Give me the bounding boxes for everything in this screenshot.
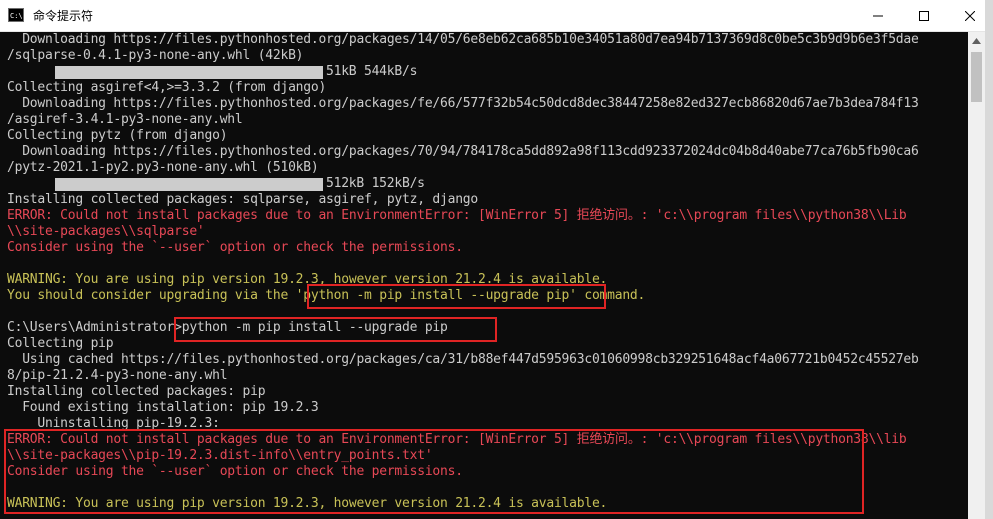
error-line: \\site-packages\\sqlparse' [7,224,205,239]
progress-bar [55,66,323,79]
console-line: Collecting pytz (from django) [7,128,228,143]
console-line: C:\Users\Administrator>python -m pip ins… [7,320,448,335]
scroll-thumb[interactable] [971,52,982,102]
title-bar[interactable]: C:\ 命令提示符 [0,0,993,32]
error-line: Consider using the `--user` option or ch… [7,240,463,255]
console-line: Installing collected packages: pip [7,384,266,399]
minimize-button[interactable] [855,0,901,31]
console-line: /sqlparse-0.4.1-py3-none-any.whl (42kB) [7,48,304,63]
progress-line: 512kB 152kB/s [7,176,919,192]
cmd-window: C:\ 命令提示符 Downloading https://files.pyth… [0,0,993,519]
minimize-icon [873,15,883,16]
progress-label: 51kB 544kB/s [326,64,418,79]
window-title: 命令提示符 [33,9,94,23]
maximize-icon [919,10,929,21]
error-line: ERROR: Could not install packages due to… [7,208,907,223]
console-line: Downloading https://files.pythonhosted.o… [7,32,919,47]
warning-line: You should consider upgrading via the 'p… [7,288,646,303]
console-output[interactable]: Downloading https://files.pythonhosted.o… [0,32,968,519]
console-line: Installing collected packages: sqlparse,… [7,192,478,207]
console-line: Found existing installation: pip 19.2.3 [7,400,319,415]
console-line: Downloading https://files.pythonhosted.o… [7,96,919,111]
console-lines: Downloading https://files.pythonhosted.o… [7,32,919,512]
console-line: /asgiref-3.4.1-py3-none-any.whl [7,112,243,127]
svg-text:C:\: C:\ [10,12,23,20]
close-icon [965,10,975,21]
vertical-scrollbar[interactable] [968,32,985,519]
scroll-up-button[interactable] [968,32,985,49]
progress-line: 51kB 544kB/s [7,64,919,80]
chevron-up-icon [972,37,981,44]
error-line: ERROR: Could not install packages due to… [7,432,907,447]
window-edge [985,0,993,519]
console-line: Collecting pip [7,336,114,351]
console-line: Collecting asgiref<4,>=3.3.2 (from djang… [7,80,327,95]
console-line: Downloading https://files.pythonhosted.o… [7,144,919,159]
console-line: 8/pip-21.2.4-py3-none-any.whl [7,368,228,383]
error-line: Consider using the `--user` option or ch… [7,464,463,479]
maximize-button[interactable] [901,0,947,31]
console-line: Uninstalling pip-19.2.3: [7,416,220,431]
terminal-icon: C:\ [8,8,24,22]
progress-bar [55,178,323,191]
error-line: \\site-packages\\pip-19.2.3.dist-info\\e… [7,448,433,463]
console-line: /pytz-2021.1-py2.py3-none-any.whl (510kB… [7,160,319,175]
warning-line: WARNING: You are using pip version 19.2.… [7,496,608,511]
progress-label: 512kB 152kB/s [326,176,425,191]
warning-line: WARNING: You are using pip version 19.2.… [7,272,608,287]
console-line: Using cached https://files.pythonhosted.… [7,352,919,367]
